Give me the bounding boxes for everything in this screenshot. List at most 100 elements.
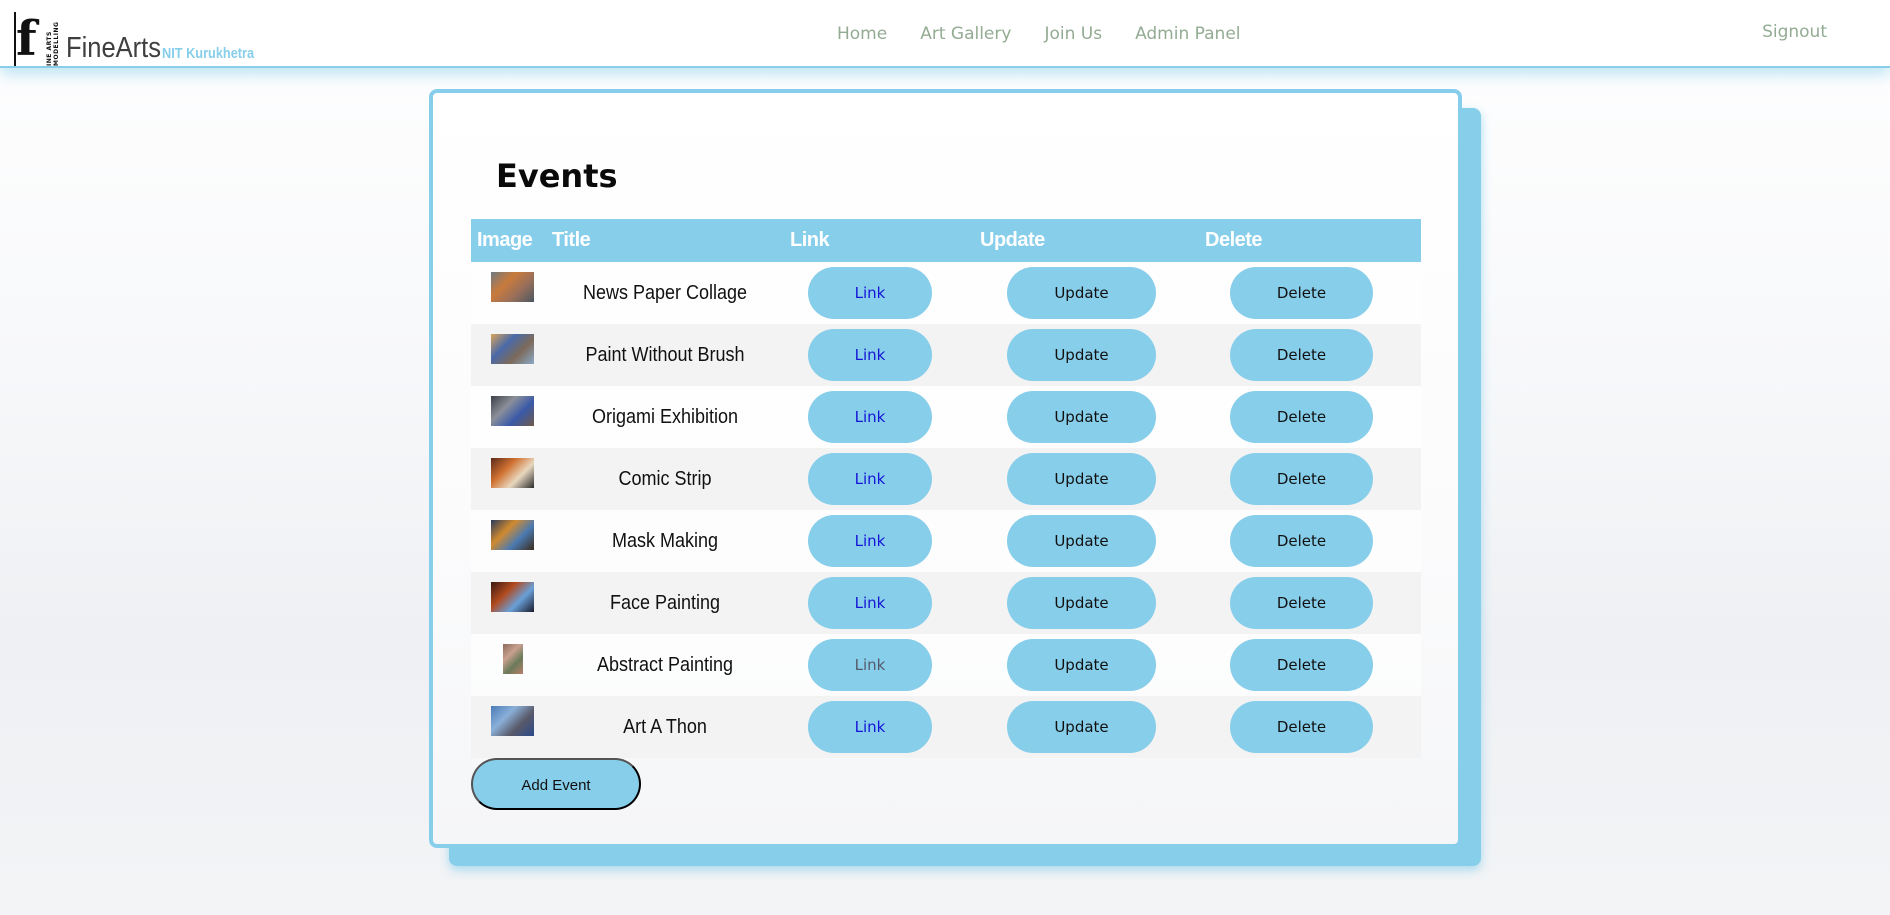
event-title: Comic Strip	[618, 467, 712, 490]
image-cell	[471, 262, 546, 324]
event-title: Art A Thon	[623, 715, 707, 738]
event-link[interactable]: Link	[808, 391, 932, 443]
delete-cell: Delete	[1199, 386, 1421, 448]
event-thumbnail-image	[491, 458, 534, 488]
event-link[interactable]: Link	[808, 329, 932, 381]
column-header-title: Title	[552, 229, 591, 251]
link-cell: Link	[784, 324, 974, 386]
image-cell	[471, 448, 546, 510]
image-cell	[471, 572, 546, 634]
delete-button[interactable]: Delete	[1230, 701, 1373, 753]
link-cell: Link	[784, 510, 974, 572]
event-title: Origami Exhibition	[591, 405, 739, 428]
table-row: Art A Thon Link Update Delete	[471, 696, 1421, 758]
delete-button[interactable]: Delete	[1230, 329, 1373, 381]
title-cell: Origami Exhibition	[546, 386, 784, 448]
update-button[interactable]: Update	[1007, 639, 1156, 691]
events-table: Image Title Link Update Delete News Pape…	[471, 219, 1421, 758]
table-row: Origami Exhibition Link Update Delete	[471, 386, 1421, 448]
delete-button[interactable]: Delete	[1230, 639, 1373, 691]
event-link[interactable]: Link	[808, 515, 932, 567]
table-row: Abstract Painting Link Update Delete	[471, 634, 1421, 696]
image-cell	[471, 634, 546, 696]
nav-home[interactable]: Home	[837, 24, 887, 44]
update-cell: Update	[974, 634, 1199, 696]
event-thumbnail-image	[491, 396, 534, 426]
update-cell: Update	[974, 510, 1199, 572]
brand-subtitle: NIT Kurukhetra	[161, 45, 255, 62]
event-title: Paint Without Brush	[585, 343, 745, 366]
delete-cell: Delete	[1199, 634, 1421, 696]
event-link[interactable]: Link	[808, 577, 932, 629]
update-button[interactable]: Update	[1007, 701, 1156, 753]
title-cell: Abstract Painting	[546, 634, 784, 696]
update-button[interactable]: Update	[1007, 577, 1156, 629]
add-event-button[interactable]: Add Event	[471, 758, 641, 810]
title-cell: News Paper Collage	[546, 262, 784, 324]
table-row: News Paper Collage Link Update Delete	[471, 262, 1421, 324]
link-cell: Link	[784, 572, 974, 634]
brand[interactable]: f INE ARTS MODELLING FineArts NIT Kurukh…	[14, 12, 270, 66]
delete-button[interactable]: Delete	[1230, 453, 1373, 505]
image-cell	[471, 386, 546, 448]
link-cell: Link	[784, 448, 974, 510]
event-title: Face Painting	[609, 591, 721, 614]
delete-button[interactable]: Delete	[1230, 391, 1373, 443]
table-row: Comic Strip Link Update Delete	[471, 448, 1421, 510]
update-cell: Update	[974, 386, 1199, 448]
event-link[interactable]: Link	[808, 453, 932, 505]
table-row: Paint Without Brush Link Update Delete	[471, 324, 1421, 386]
update-cell: Update	[974, 448, 1199, 510]
signout-link[interactable]: Signout	[1762, 22, 1827, 42]
logo-letter: f	[16, 11, 37, 67]
event-title: News Paper Collage	[582, 281, 748, 304]
update-button[interactable]: Update	[1007, 453, 1156, 505]
delete-button[interactable]: Delete	[1230, 577, 1373, 629]
logo-vertical-text: INE ARTS MODELLING	[46, 21, 60, 66]
update-cell: Update	[974, 696, 1199, 758]
update-button[interactable]: Update	[1007, 329, 1156, 381]
delete-cell: Delete	[1199, 510, 1421, 572]
column-header-delete: Delete	[1205, 229, 1263, 251]
link-cell: Link	[784, 696, 974, 758]
brand-name: FineArts	[66, 32, 162, 64]
nav-admin-panel[interactable]: Admin Panel	[1135, 24, 1240, 44]
update-cell: Update	[974, 262, 1199, 324]
update-button[interactable]: Update	[1007, 267, 1156, 319]
delete-cell: Delete	[1199, 262, 1421, 324]
update-cell: Update	[974, 572, 1199, 634]
event-link[interactable]: Link	[808, 267, 932, 319]
navbar: f INE ARTS MODELLING FineArts NIT Kurukh…	[0, 0, 1890, 68]
image-cell	[471, 324, 546, 386]
link-cell: Link	[784, 386, 974, 448]
title-cell: Paint Without Brush	[546, 324, 784, 386]
column-header-image: Image	[477, 229, 533, 251]
link-cell: Link	[784, 634, 974, 696]
update-cell: Update	[974, 324, 1199, 386]
delete-button[interactable]: Delete	[1230, 515, 1373, 567]
link-cell: Link	[784, 262, 974, 324]
delete-cell: Delete	[1199, 448, 1421, 510]
event-link[interactable]: Link	[808, 701, 932, 753]
title-cell: Art A Thon	[546, 696, 784, 758]
delete-button[interactable]: Delete	[1230, 267, 1373, 319]
event-thumbnail-image	[503, 644, 523, 674]
update-button[interactable]: Update	[1007, 391, 1156, 443]
delete-cell: Delete	[1199, 572, 1421, 634]
column-header-update: Update	[980, 229, 1045, 251]
nav-art-gallery[interactable]: Art Gallery	[920, 24, 1011, 44]
image-cell	[471, 510, 546, 572]
event-thumbnail-image	[491, 582, 534, 612]
fine-arts-logo-icon: f INE ARTS MODELLING	[14, 12, 64, 66]
event-link[interactable]: Link	[808, 639, 932, 691]
event-thumbnail-image	[491, 706, 534, 736]
main-nav: Home Art Gallery Join Us Admin Panel	[837, 24, 1241, 44]
delete-cell: Delete	[1199, 696, 1421, 758]
nav-join-us[interactable]: Join Us	[1044, 24, 1102, 44]
event-thumbnail-image	[491, 334, 534, 364]
event-title: Abstract Painting	[596, 653, 734, 676]
image-cell	[471, 696, 546, 758]
update-button[interactable]: Update	[1007, 515, 1156, 567]
event-title: Mask Making	[611, 529, 719, 552]
event-thumbnail-image	[491, 520, 534, 550]
